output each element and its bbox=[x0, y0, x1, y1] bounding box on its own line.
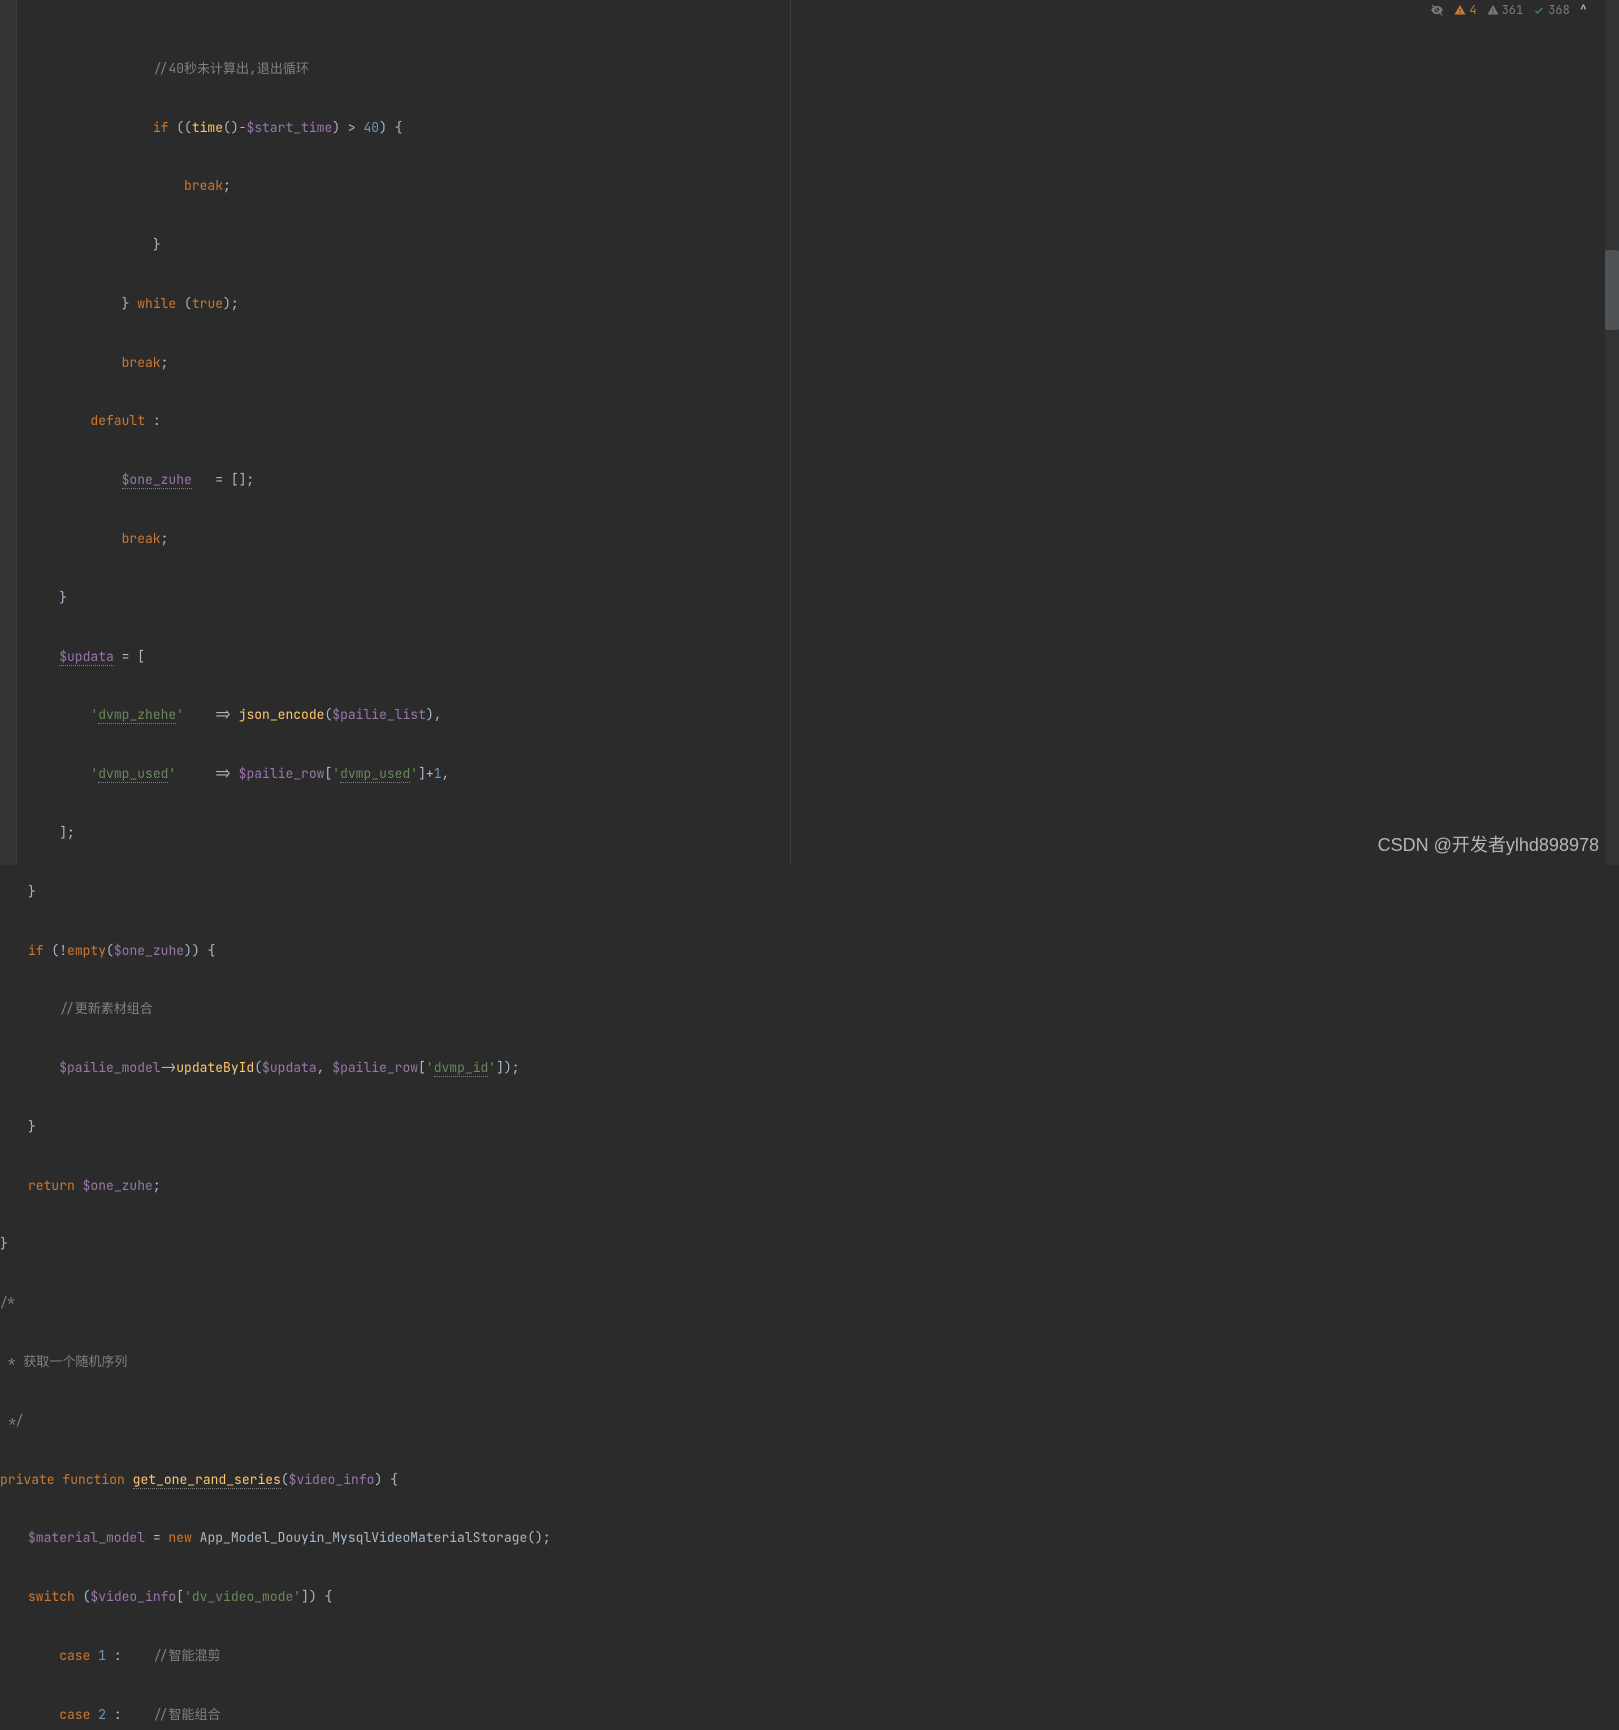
warning-icon bbox=[1454, 4, 1466, 16]
warning-icon bbox=[1487, 4, 1499, 16]
kw-default: default bbox=[90, 412, 145, 429]
ok-count[interactable]: 368 bbox=[1533, 2, 1570, 18]
fn-time: time bbox=[192, 119, 223, 136]
watermark: CSDN @开发者ylhd898978 bbox=[1378, 831, 1599, 857]
scrollbar-vertical[interactable] bbox=[1605, 0, 1619, 865]
kw-break: break bbox=[184, 177, 223, 194]
caret-up-icon[interactable]: ^ bbox=[1580, 2, 1587, 18]
warning-count-orange[interactable]: 4 bbox=[1454, 2, 1476, 18]
comment: //40秒未计算出,退出循环 bbox=[153, 60, 309, 77]
code-area[interactable]: //40秒未计算出,退出循环 if ((time()-$start_time) … bbox=[16, 0, 1605, 865]
inspection-status-bar[interactable]: 4 361 368 ^ bbox=[1430, 2, 1587, 18]
fn-get-one-rand-series: get_one_rand_series bbox=[133, 1471, 281, 1489]
gutter bbox=[0, 0, 17, 865]
kw-if: if bbox=[153, 119, 169, 136]
warning-count-grey[interactable]: 361 bbox=[1487, 2, 1524, 18]
kw-while: while bbox=[137, 295, 176, 312]
reader-mode-icon[interactable] bbox=[1430, 3, 1444, 17]
check-icon bbox=[1533, 4, 1545, 16]
scrollbar-thumb[interactable] bbox=[1605, 250, 1619, 330]
code-editor[interactable]: //40秒未计算出,退出循环 if ((time()-$start_time) … bbox=[0, 0, 1605, 865]
